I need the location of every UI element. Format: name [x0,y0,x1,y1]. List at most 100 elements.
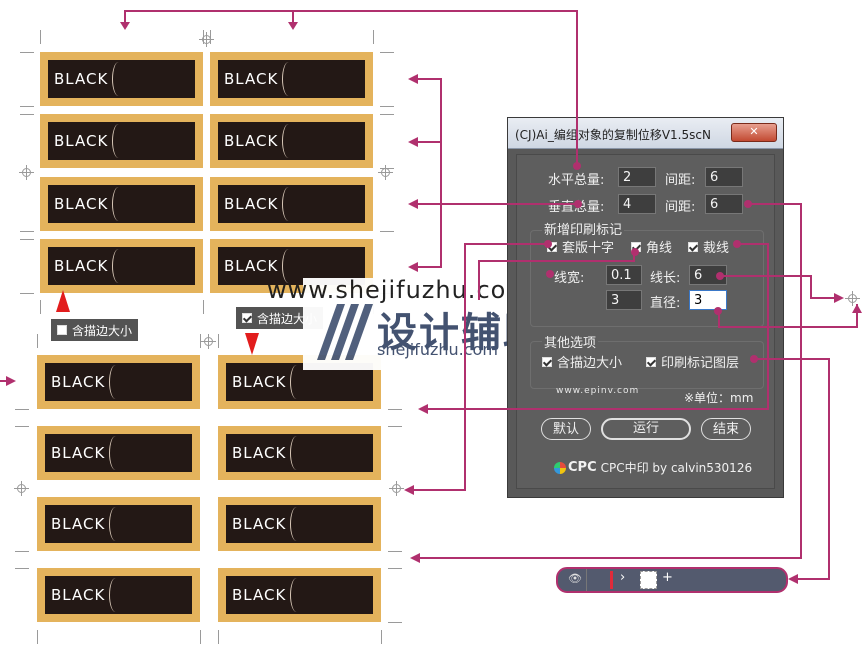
crop-mark [388,568,402,569]
label-card[interactable]: BLACK [40,177,203,231]
registration-mark-icon [19,165,34,180]
label-card[interactable]: BLACK [210,114,373,168]
include-stroke-option[interactable]: 含描边大小 [542,352,622,371]
label-text: BLACK [224,70,279,88]
layer-color-swatch [610,571,613,589]
print-marks-title: 新增印刷标记 [542,219,625,238]
crop-mark [20,114,34,115]
crop-mark [200,630,201,644]
label-text: BLACK [51,373,106,391]
tag-label: 含描边大小 [72,323,133,338]
registration-mark-icon [389,481,404,496]
label-card[interactable]: BLACK [218,568,381,622]
footer-credit: CPC中印 by calvin530126 [600,461,753,475]
line-width-input[interactable]: 0.1 [606,265,642,285]
checkbox-checked-icon[interactable] [688,241,698,252]
label-card[interactable]: BLACK [40,239,203,293]
crop-mark [381,630,382,644]
label-text: BLACK [232,515,287,533]
cpc-logo-icon [554,461,566,474]
label-text: BLACK [54,70,109,88]
unit-note: ※单位：mm [684,391,754,405]
label-card[interactable]: BLACK [37,355,200,409]
crop-mark [388,622,402,623]
diameter-input[interactable]: 3 [689,290,727,310]
label-card[interactable]: BLACK [218,426,381,480]
close-button[interactable]: ✕ [731,123,777,142]
dialog-titlebar[interactable]: (CJ)Ai_编组对象的复制位移V1.5scN ✕ [508,118,783,149]
layers-panel-row[interactable]: 👁 › + [556,567,788,593]
crop-mark [20,52,34,53]
offset-input[interactable]: 3 [606,290,642,310]
h-total-label: 水平总量: [548,173,605,188]
crop-mark [20,106,34,107]
site-link[interactable]: www.epinv.com [556,386,639,396]
label-text: BLACK [51,515,106,533]
end-button[interactable]: 结束 [701,418,751,440]
red-down-arrow-icon [245,333,259,355]
trim-line-option[interactable]: 裁线 [688,237,729,256]
eye-icon[interactable]: 👁 [568,572,582,585]
checkbox-unchecked-icon[interactable] [57,325,67,335]
registration-mark-icon [201,334,216,349]
label-card[interactable]: BLACK [37,568,200,622]
layer-thumbnail [640,571,657,589]
h-total-input[interactable]: 2 [618,167,656,187]
label-card[interactable]: BLACK [40,114,203,168]
registration-mark-icon [378,165,393,180]
crop-mark [40,300,41,314]
stroke-size-tag-unchecked[interactable]: 含描边大小 [51,319,139,341]
label-text: BLACK [232,373,287,391]
label-card[interactable]: BLACK [37,497,200,551]
label-card[interactable]: BLACK [40,52,203,106]
checkbox-checked-icon[interactable] [242,313,252,323]
label-text: BLACK [54,257,109,275]
crop-mark [380,52,394,53]
crop-mark [37,630,38,644]
crop-mark [380,106,394,107]
marks-layer-option[interactable]: 印刷标记图层 [646,352,739,371]
label-text: BLACK [232,586,287,604]
crop-mark [15,551,29,552]
label-card[interactable]: BLACK [210,52,373,106]
crop-mark [380,231,394,232]
label-card[interactable]: BLACK [218,497,381,551]
plus-icon[interactable]: + [662,570,673,585]
label-text: BLACK [232,444,287,462]
label-text: BLACK [51,586,106,604]
crop-mark [218,334,219,348]
crop-mark [20,293,34,294]
h-gap-input[interactable]: 6 [705,167,743,187]
label-text: BLACK [54,195,109,213]
crop-mark [373,30,374,44]
line-width-label: 线宽: [554,271,585,286]
crop-mark [388,409,402,410]
red-up-arrow-icon [56,290,70,312]
crop-mark [20,231,34,232]
default-button[interactable]: 默认 [541,418,591,440]
label-text: BLACK [54,132,109,150]
v-total-input[interactable]: 4 [618,194,656,214]
crop-mark [20,239,34,240]
crop-mark [203,300,204,314]
crop-mark [15,568,29,569]
crop-mark [40,30,41,44]
footer-logo-text: CPC [568,460,597,475]
run-button[interactable]: 运行 [601,418,691,440]
chevron-right-icon[interactable]: › [620,570,625,585]
crop-mark [15,409,29,410]
v-gap-input[interactable]: 6 [705,194,743,214]
watermark-sub: shejifuzhu.com [377,340,498,359]
watermark-logo-icon [317,304,373,360]
checkbox-checked-icon[interactable] [646,356,656,367]
crop-mark [380,114,394,115]
registration-mark-icon [199,32,214,47]
label-text: BLACK [51,444,106,462]
label-card[interactable]: BLACK [210,177,373,231]
checkbox-checked-icon[interactable] [542,356,552,367]
cross-mark-option[interactable]: 套版十字 [547,237,614,256]
v-gap-label: 间距: [665,200,696,215]
dialog-footer: CPC CPC中印 by calvin530126 [554,459,752,476]
label-card[interactable]: BLACK [37,426,200,480]
crop-mark [15,426,29,427]
